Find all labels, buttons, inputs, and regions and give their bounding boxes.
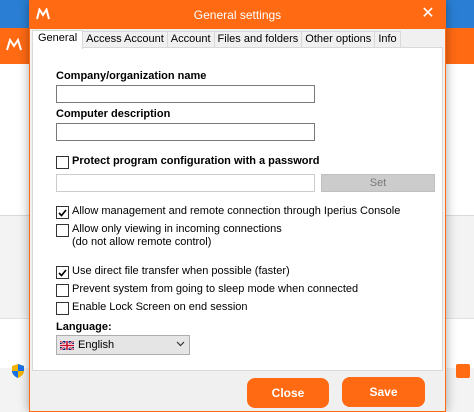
direct-transfer-label: Use direct file transfer when possible (… [72,265,290,277]
lock-screen-checkbox[interactable] [56,302,69,315]
chevron-down-icon [176,341,185,347]
computer-description-input[interactable] [56,123,315,141]
tab-other-options[interactable]: Other options [301,31,376,48]
language-value: English [78,339,115,351]
language-select[interactable]: English [56,335,190,355]
shield-icon [12,364,24,378]
protect-config-checkbox-row[interactable]: Protect program configuration with a pas… [56,155,320,169]
view-only-label: Allow only viewing in incoming connectio… [72,223,282,249]
tab-account[interactable]: Account [166,31,215,48]
prevent-sleep-checkbox[interactable] [56,284,69,297]
remote-console-label: Allow management and remote connection t… [72,205,401,217]
view-only-label-line2: (do not allow remote control) [72,236,212,248]
option-row-remote-console[interactable]: Allow management and remote connection t… [56,205,400,219]
tab-general[interactable]: General [32,30,84,49]
option-row-view-only[interactable]: Allow only viewing in incoming connectio… [56,223,282,249]
remote-console-checkbox[interactable] [56,206,69,219]
app-status-icon [456,364,470,378]
checkmark-icon [58,208,67,217]
org-name-input[interactable] [56,85,315,103]
uk-flag-icon [60,340,74,350]
option-row-prevent-sleep[interactable]: Prevent system from going to sleep mode … [56,283,358,297]
lock-screen-label: Enable Lock Screen on end session [72,301,248,313]
language-label: Language: [56,321,112,333]
direct-transfer-checkbox[interactable] [56,266,69,279]
option-row-direct-transfer[interactable]: Use direct file transfer when possible (… [56,265,290,279]
tab-info[interactable]: Info [374,31,401,48]
general-settings-dialog: General settings ✕ General Access Accoun… [29,0,446,412]
save-button[interactable]: Save [342,377,425,407]
settings-tabs: General Access Account Account Files and… [32,30,401,49]
dialog-titlebar[interactable]: General settings ✕ [30,1,445,29]
computer-description-label: Computer description [56,108,171,120]
close-button[interactable]: Close [247,378,329,408]
protect-config-label: Protect program configuration with a pas… [72,155,320,167]
app-logo-icon [6,38,22,52]
set-password-button[interactable]: Set [321,174,435,192]
protect-config-checkbox[interactable] [56,156,69,169]
password-input[interactable] [56,174,315,192]
dialog-title: General settings [193,8,282,22]
option-row-lock-screen[interactable]: Enable Lock Screen on end session [56,301,248,315]
general-tab-panel: Company/organization name Computer descr… [32,47,443,371]
view-only-label-line1: Allow only viewing in incoming connectio… [72,223,282,235]
prevent-sleep-label: Prevent system from going to sleep mode … [72,283,359,295]
view-only-checkbox[interactable] [56,224,69,237]
checkmark-icon [58,268,67,277]
close-icon[interactable]: ✕ [419,5,437,23]
tab-access-account[interactable]: Access Account [82,31,168,48]
org-name-label: Company/organization name [56,70,207,82]
tab-files-and-folders[interactable]: Files and folders [213,31,303,48]
